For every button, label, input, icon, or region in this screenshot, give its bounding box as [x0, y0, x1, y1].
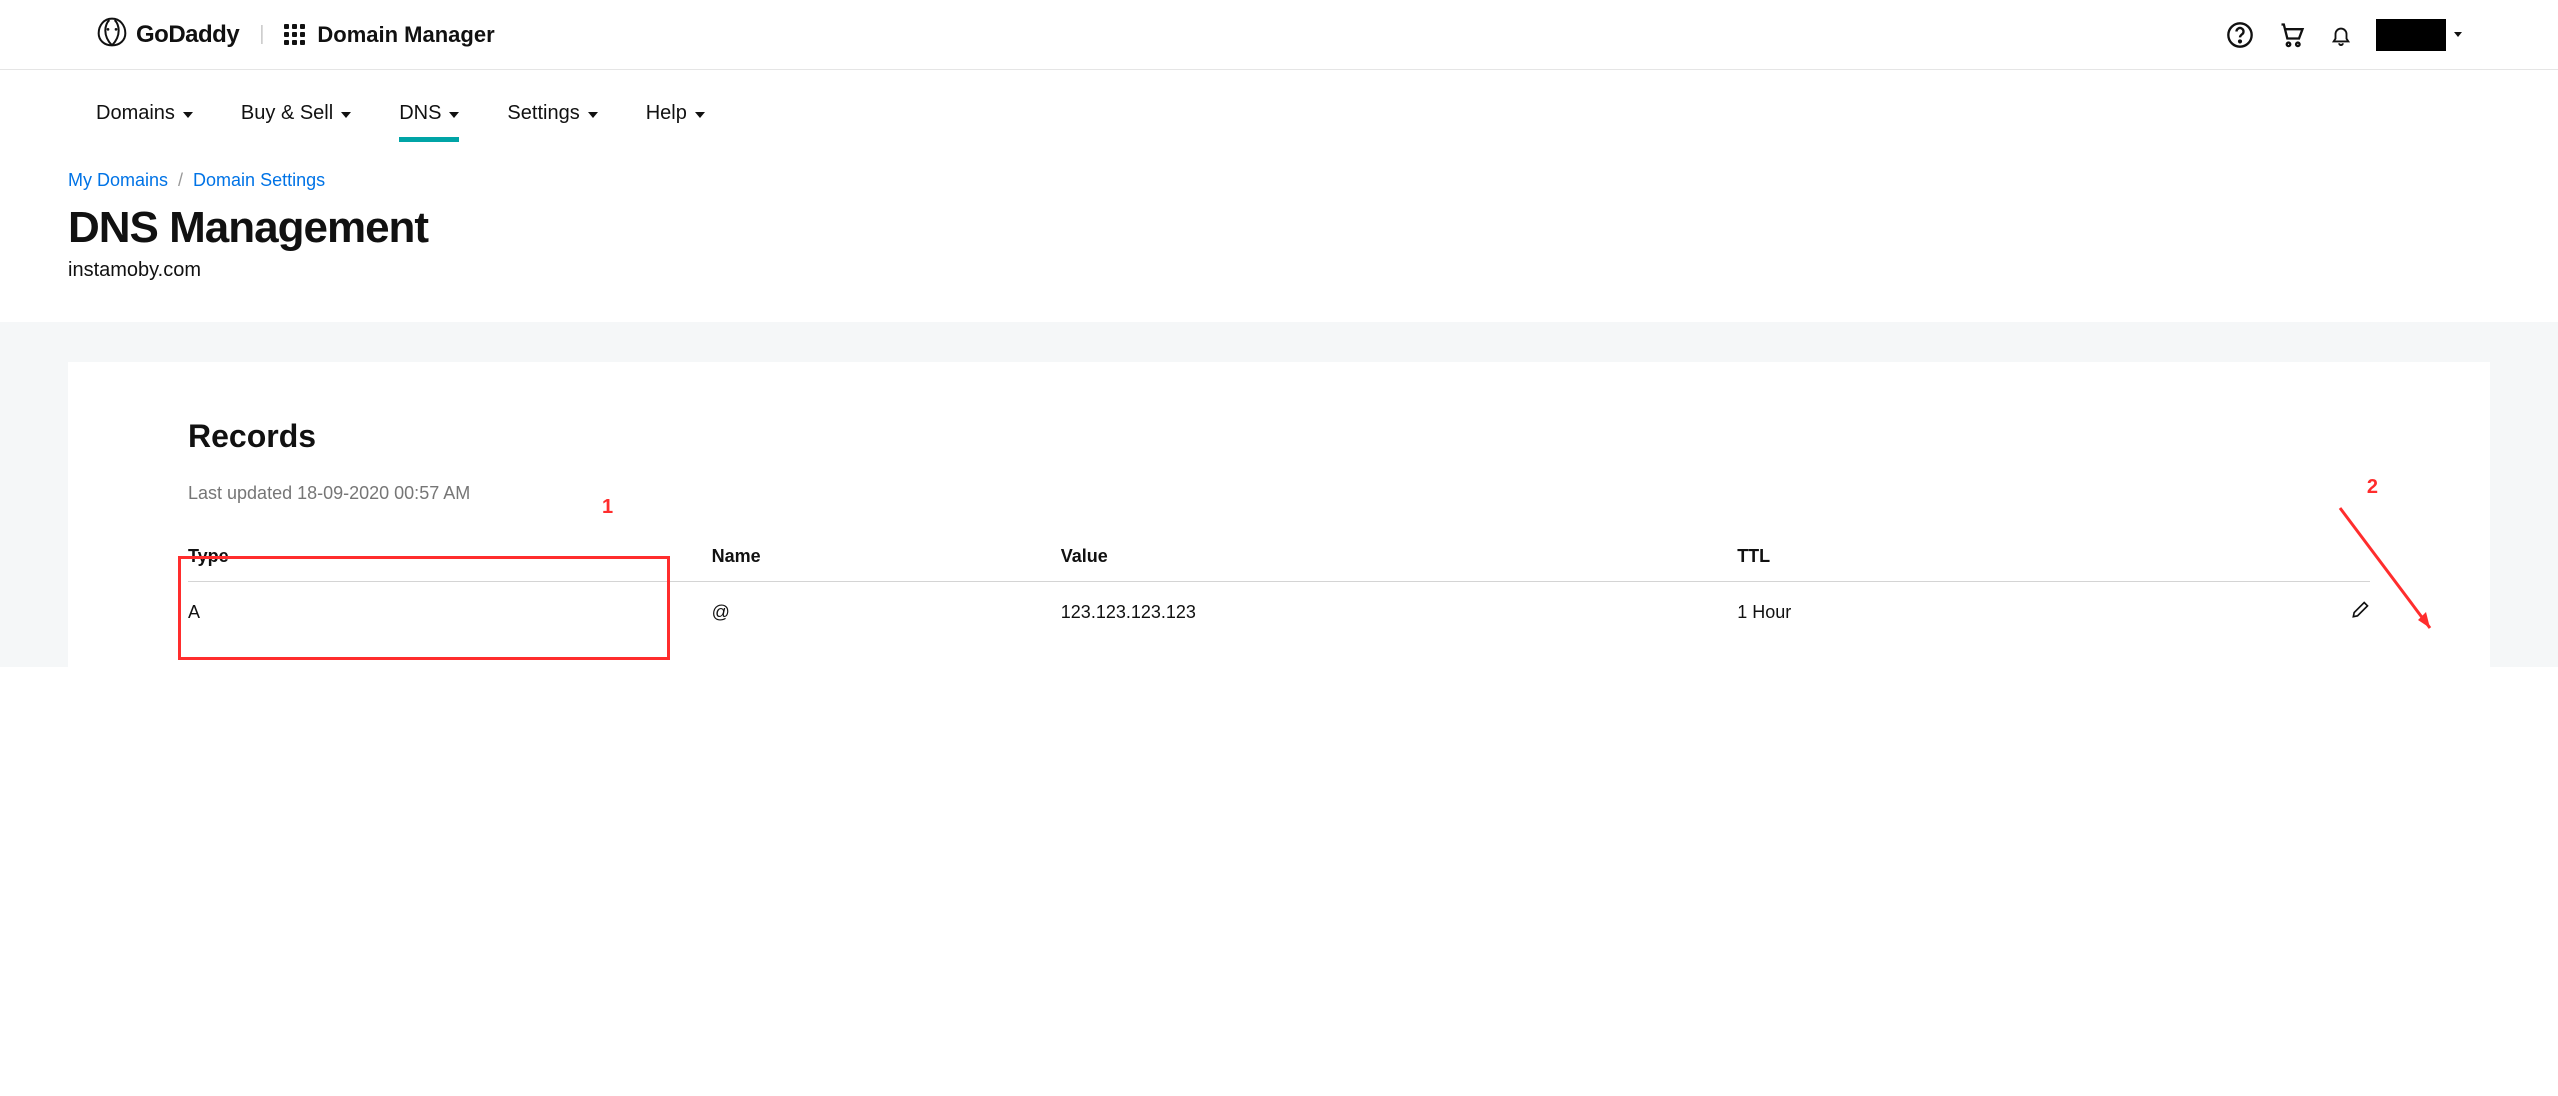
records-heading: Records — [188, 418, 2370, 455]
help-icon[interactable] — [2226, 21, 2254, 49]
nav-tab-settings[interactable]: Settings — [507, 90, 597, 142]
nav-tabs: Domains Buy & Sell DNS Settings Help — [0, 90, 2558, 142]
chevron-down-icon — [449, 112, 459, 118]
app-name: Domain Manager — [317, 22, 494, 48]
cell-type: A — [188, 582, 712, 644]
chevron-down-icon — [588, 112, 598, 118]
domain-name: instamoby.com — [68, 259, 2490, 282]
page-title: DNS Management — [68, 203, 2490, 253]
godaddy-logo-icon — [96, 16, 128, 53]
cell-ttl: 1 Hour — [1737, 582, 2152, 644]
nav-tab-label: Domains — [96, 102, 175, 125]
chevron-down-icon — [183, 112, 193, 118]
apps-grid-icon — [284, 24, 305, 45]
brand-logo[interactable]: GoDaddy — [96, 16, 239, 53]
nav-tab-label: Settings — [507, 102, 579, 125]
cell-name: @ — [712, 582, 1061, 644]
annotation-1: 1 — [602, 496, 613, 519]
chevron-down-icon — [341, 112, 351, 118]
nav-tab-label: Buy & Sell — [241, 102, 333, 125]
nav-tab-label: Help — [646, 102, 687, 125]
chevron-down-icon — [695, 112, 705, 118]
divider: | — [259, 23, 264, 46]
cart-icon[interactable] — [2278, 21, 2306, 49]
avatar — [2376, 19, 2446, 51]
annotation-2: 2 — [2367, 476, 2378, 499]
breadcrumb-separator: / — [178, 170, 183, 191]
column-header-value: Value — [1061, 532, 1737, 582]
notifications-icon[interactable] — [2330, 24, 2352, 46]
cell-value: 123.123.123.123 — [1061, 582, 1737, 644]
app-switcher[interactable]: Domain Manager — [284, 22, 494, 48]
table-row: A @ 123.123.123.123 1 Hour — [188, 582, 2370, 644]
breadcrumb: My Domains / Domain Settings — [68, 170, 2490, 191]
breadcrumb-my-domains[interactable]: My Domains — [68, 170, 168, 191]
chevron-down-icon — [2454, 32, 2462, 37]
last-updated: Last updated 18-09-2020 00:57 AM — [188, 483, 2370, 504]
column-header-type: Type — [188, 532, 712, 582]
nav-tab-dns[interactable]: DNS — [399, 90, 459, 142]
column-header-ttl: TTL — [1737, 532, 2152, 582]
account-menu[interactable] — [2376, 19, 2462, 51]
nav-tab-help[interactable]: Help — [646, 90, 705, 142]
column-header-name: Name — [712, 532, 1061, 582]
nav-tab-domains[interactable]: Domains — [96, 90, 193, 142]
brand-name: GoDaddy — [136, 21, 239, 49]
records-table: Type Name Value TTL A @ 123.123.123.123 … — [188, 532, 2370, 643]
nav-tab-buy-sell[interactable]: Buy & Sell — [241, 90, 351, 142]
annotation-arrow-icon — [2330, 498, 2450, 648]
breadcrumb-domain-settings[interactable]: Domain Settings — [193, 170, 325, 191]
nav-tab-label: DNS — [399, 102, 441, 125]
